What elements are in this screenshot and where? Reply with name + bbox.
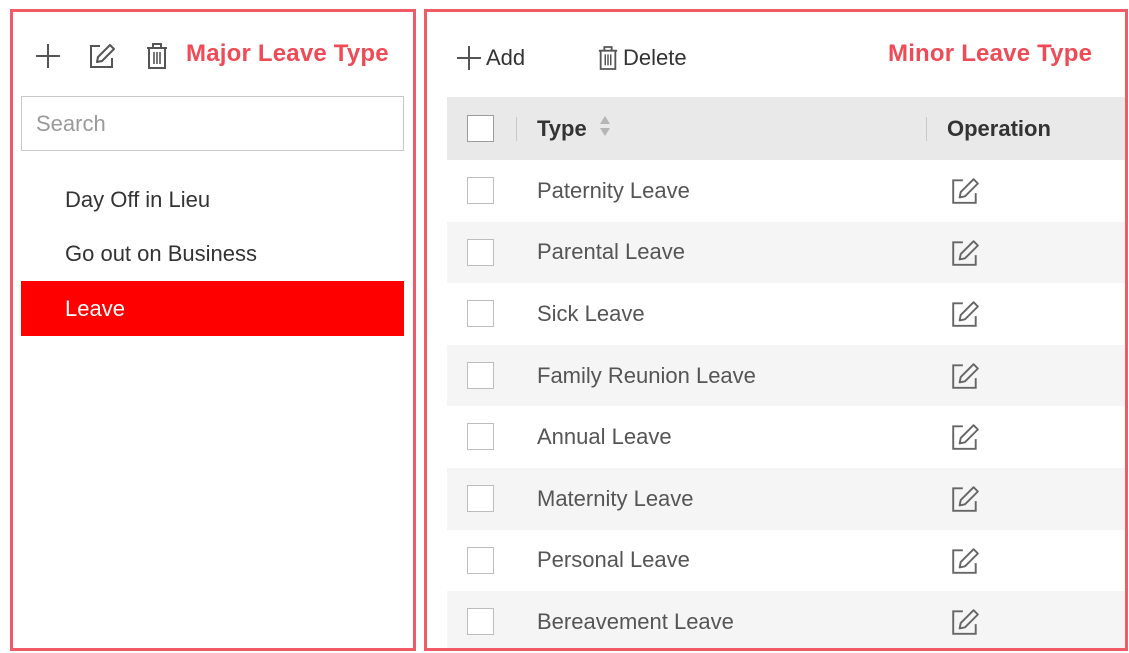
leave-type-cell: Family Reunion Leave (537, 362, 756, 388)
row-checkbox[interactable] (467, 177, 494, 204)
edit-icon[interactable] (950, 484, 980, 514)
delete-button[interactable]: Delete (597, 42, 687, 74)
edit-icon[interactable] (950, 361, 980, 391)
type-header-label: Type (537, 115, 587, 141)
leave-type-cell: Sick Leave (537, 300, 645, 326)
type-column-header[interactable]: Type (537, 115, 611, 143)
leave-type-cell: Paternity Leave (537, 177, 690, 203)
row-checkbox[interactable] (467, 238, 494, 266)
sort-icon[interactable] (599, 115, 611, 143)
major-leave-type-title: Major Leave Type (186, 40, 389, 67)
select-all-checkbox[interactable] (467, 115, 494, 142)
edit-icon[interactable] (950, 299, 980, 329)
minor-leave-type-title: Minor Leave Type (888, 40, 1093, 67)
plus-icon (35, 43, 61, 69)
search-field[interactable] (21, 96, 404, 151)
leave-type-cell: Maternity Leave (537, 485, 694, 511)
search-input[interactable] (22, 97, 403, 150)
add-label: Add (486, 45, 526, 70)
delete-label: Delete (623, 45, 687, 70)
table-row[interactable]: Sick Leave (447, 283, 1125, 345)
add-major-button[interactable] (33, 40, 63, 72)
plus-icon (456, 45, 482, 71)
minor-leave-type-table: Type Operation Paternity Leave Parental L… (447, 97, 1125, 648)
edit-icon[interactable] (950, 546, 980, 576)
major-item-day-off-in-lieu[interactable]: Day Off in Lieu (21, 172, 404, 227)
edit-icon[interactable] (950, 422, 980, 452)
row-checkbox[interactable] (467, 546, 494, 574)
edit-icon[interactable] (950, 176, 980, 206)
table-row[interactable]: Parental Leave (447, 221, 1125, 284)
table-body: Paternity Leave Parental Leave Sick Leave F… (447, 160, 1125, 648)
edit-major-button[interactable] (87, 40, 117, 72)
row-checkbox[interactable] (467, 300, 494, 328)
leave-type-cell: Parental Leave (537, 239, 685, 265)
major-item-label: Day Off in Lieu (65, 186, 211, 212)
edit-icon (88, 42, 116, 70)
table-row[interactable]: Paternity Leave (447, 160, 1125, 222)
row-checkbox[interactable] (467, 484, 494, 512)
table-row[interactable]: Personal Leave (447, 530, 1125, 592)
edit-icon[interactable] (950, 238, 980, 268)
row-checkbox[interactable] (467, 608, 494, 636)
table-row[interactable]: Maternity Leave (447, 467, 1125, 530)
major-item-label: Leave (65, 295, 125, 321)
operation-column-header: Operation (947, 115, 1051, 141)
table-row[interactable]: Family Reunion Leave (447, 344, 1125, 407)
add-button[interactable]: Add (456, 42, 525, 74)
delete-major-button[interactable] (142, 40, 172, 72)
trash-icon (145, 42, 169, 70)
major-item-leave[interactable]: Leave (21, 281, 404, 336)
row-checkbox[interactable] (467, 423, 494, 451)
table-row[interactable]: Bereavement Leave (447, 591, 1125, 648)
minor-leave-type-panel: Add Delete Minor Leave Type Type Operati… (424, 9, 1128, 651)
leave-type-cell: Annual Leave (537, 424, 672, 450)
row-checkbox[interactable] (467, 361, 494, 389)
edit-icon[interactable] (950, 607, 980, 637)
table-header: Type Operation (447, 97, 1125, 160)
column-divider (516, 117, 517, 141)
leave-type-cell: Bereavement Leave (537, 608, 734, 634)
major-item-go-out-on-business[interactable]: Go out on Business (21, 226, 404, 281)
major-leave-type-panel: Major Leave Type Day Off in Lieu Go out … (10, 9, 416, 651)
table-row[interactable]: Annual Leave (447, 406, 1125, 468)
column-divider (926, 117, 927, 141)
leave-type-cell: Personal Leave (537, 547, 690, 573)
major-item-label: Go out on Business (65, 240, 258, 266)
trash-icon (597, 45, 619, 71)
